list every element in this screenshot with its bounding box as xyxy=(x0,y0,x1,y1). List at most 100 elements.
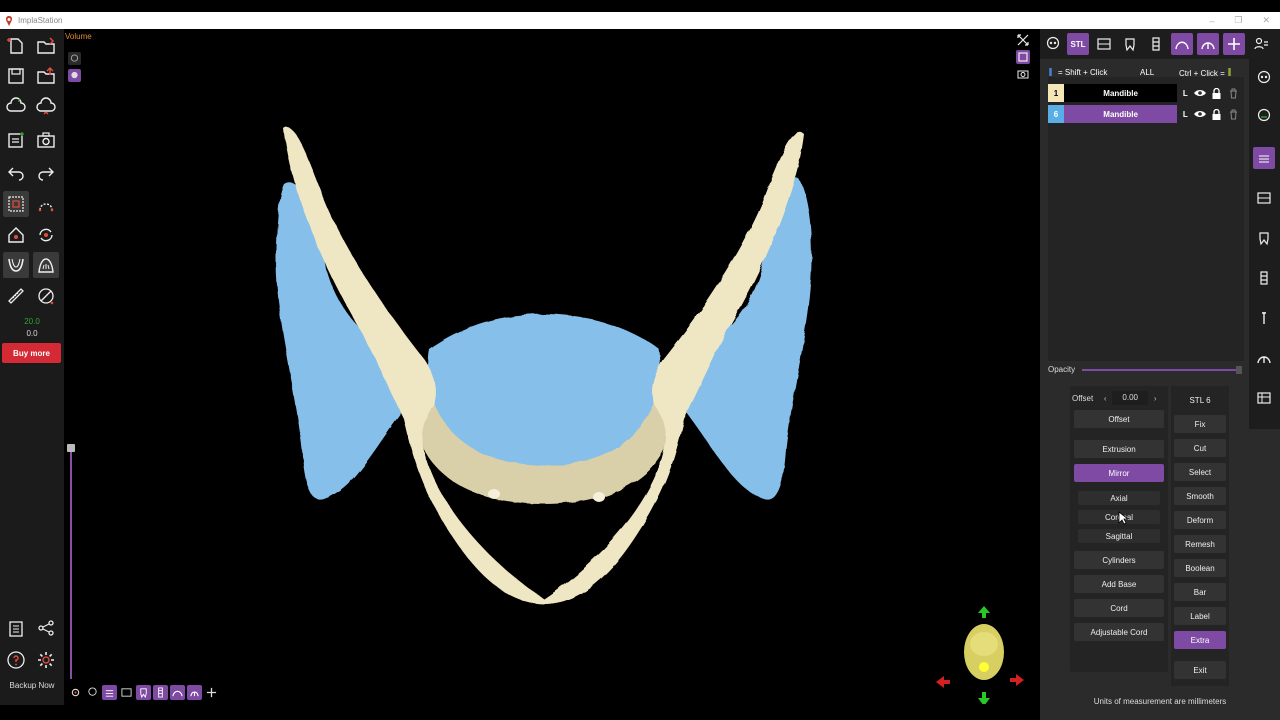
tab-add[interactable] xyxy=(1223,33,1245,55)
side-tab-implant[interactable] xyxy=(1253,267,1275,289)
tab-implant[interactable] xyxy=(1145,33,1167,55)
trash-icon[interactable] xyxy=(1225,105,1242,123)
offset-value-input[interactable]: 0.00 xyxy=(1112,391,1149,405)
adjustable-cord-button[interactable]: Adjustable Cord xyxy=(1074,623,1164,641)
layer-row-6[interactable]: 6 Mandible L xyxy=(1048,105,1242,123)
minimize-button[interactable]: – xyxy=(1209,16,1214,26)
lasso-icon[interactable] xyxy=(33,191,59,217)
select-box-icon[interactable] xyxy=(3,191,29,217)
maxilla-view-icon[interactable] xyxy=(33,252,59,278)
share-icon[interactable] xyxy=(33,615,59,641)
label-button[interactable]: Label xyxy=(1174,607,1226,625)
opacity-slider[interactable] xyxy=(1082,369,1238,371)
arch-view-icon[interactable] xyxy=(170,685,185,700)
new-file-icon[interactable] xyxy=(3,33,29,59)
guide-view-icon[interactable] xyxy=(187,685,202,700)
mirror-button[interactable]: Mirror xyxy=(1074,464,1164,482)
cloud-upload-icon[interactable] xyxy=(3,93,29,119)
buy-more-button[interactable]: Buy more xyxy=(2,343,61,363)
open-folder-icon[interactable] xyxy=(33,33,59,59)
eye-icon[interactable] xyxy=(1191,84,1208,102)
lock-icon[interactable] xyxy=(1208,105,1225,123)
help-icon[interactable] xyxy=(3,647,29,673)
skull-toggle-icon[interactable] xyxy=(68,52,81,65)
camera-icon[interactable] xyxy=(33,127,59,153)
layer-name[interactable]: Mandible xyxy=(1063,105,1178,123)
tab-tooth[interactable] xyxy=(1119,33,1141,55)
side-tab-segment[interactable] xyxy=(1253,105,1275,127)
sagittal-button[interactable]: Sagittal xyxy=(1078,529,1160,543)
settings-icon[interactable] xyxy=(33,647,59,673)
frame-view-icon[interactable] xyxy=(1016,50,1030,64)
redo-icon[interactable] xyxy=(33,159,59,185)
snapshot-icon[interactable] xyxy=(1016,67,1030,81)
tab-stl[interactable]: STL xyxy=(1067,33,1089,55)
side-tab-tooth[interactable] xyxy=(1253,227,1275,249)
tab-guide[interactable] xyxy=(1197,33,1219,55)
exit-button[interactable]: Exit xyxy=(1174,661,1226,679)
tab-scan[interactable] xyxy=(1093,33,1115,55)
dual-scan-icon[interactable] xyxy=(119,685,134,700)
extrusion-button[interactable]: Extrusion xyxy=(1074,440,1164,458)
cord-button[interactable]: Cord xyxy=(1074,599,1164,617)
implant-view-icon[interactable] xyxy=(153,685,168,700)
offset-button[interactable]: Offset xyxy=(1074,410,1164,428)
orientation-head-icon[interactable] xyxy=(934,604,1034,704)
add-view-icon[interactable] xyxy=(204,685,219,700)
save-icon[interactable] xyxy=(3,63,29,89)
restore-button[interactable]: ❐ xyxy=(1234,15,1242,26)
mandible-view-icon[interactable] xyxy=(3,252,29,278)
layer-row-1[interactable]: 1 Mandible L xyxy=(1048,84,1242,102)
select-button[interactable]: Select xyxy=(1174,463,1226,481)
close-button[interactable]: ✕ xyxy=(1262,15,1270,26)
bar-button[interactable]: Bar xyxy=(1174,583,1226,601)
opacity-slider-thumb[interactable] xyxy=(1236,366,1242,374)
rotate-view-icon[interactable] xyxy=(33,222,59,248)
remesh-button[interactable]: Remesh xyxy=(1174,535,1226,553)
stl-view-icon[interactable] xyxy=(102,685,117,700)
ruler-icon[interactable] xyxy=(3,283,29,309)
cylinders-button[interactable]: Cylinders xyxy=(1074,551,1164,569)
tooth-view-icon[interactable] xyxy=(136,685,151,700)
select-all-button[interactable]: ALL xyxy=(1140,68,1154,77)
side-tab-export[interactable] xyxy=(1253,387,1275,409)
mandible-model[interactable] xyxy=(254,119,834,619)
tab-user[interactable] xyxy=(1250,33,1272,55)
measure-angle-icon[interactable] xyxy=(33,283,59,309)
volume-slider-thumb[interactable] xyxy=(67,444,75,452)
boolean-button[interactable]: Boolean xyxy=(1174,559,1226,577)
deform-button[interactable]: Deform xyxy=(1174,511,1226,529)
layer-side[interactable]: L xyxy=(1179,89,1191,98)
undo-icon[interactable] xyxy=(3,159,29,185)
extra-button[interactable]: Extra xyxy=(1174,631,1226,649)
layer-name[interactable]: Mandible xyxy=(1063,84,1178,102)
report-icon[interactable] xyxy=(3,127,29,153)
eye-icon[interactable] xyxy=(1191,105,1208,123)
tab-arch[interactable] xyxy=(1171,33,1193,55)
import-folder-icon[interactable] xyxy=(33,63,59,89)
backup-now-button[interactable]: Backup Now xyxy=(0,681,64,690)
volume-toggle-icon[interactable] xyxy=(68,69,81,82)
cloud-download-icon[interactable] xyxy=(33,93,59,119)
side-tab-guide[interactable] xyxy=(1253,347,1275,369)
side-tab-pin[interactable] xyxy=(1253,307,1275,329)
clipboard-icon[interactable] xyxy=(3,615,29,641)
cut-button[interactable]: Cut xyxy=(1174,439,1226,457)
home-view-icon[interactable] xyxy=(3,222,29,248)
lock-icon[interactable] xyxy=(1208,84,1225,102)
skull-view-icon[interactable] xyxy=(85,685,100,700)
side-tab-stl[interactable] xyxy=(1253,147,1275,169)
trash-icon[interactable] xyxy=(1225,84,1242,102)
3d-viewport[interactable]: Volume xyxy=(64,29,1040,705)
side-tab-volume[interactable] xyxy=(1253,67,1275,89)
view-settings-icon[interactable] xyxy=(68,685,83,700)
layer-side[interactable]: L xyxy=(1179,110,1191,119)
volume-slider-track[interactable] xyxy=(70,449,72,679)
axial-button[interactable]: Axial xyxy=(1078,491,1160,505)
smooth-button[interactable]: Smooth xyxy=(1174,487,1226,505)
fix-button[interactable]: Fix xyxy=(1174,415,1226,433)
side-tab-scan[interactable] xyxy=(1253,187,1275,209)
offset-decrease-icon[interactable]: ‹ xyxy=(1098,394,1112,403)
tab-volume[interactable] xyxy=(1042,33,1064,55)
fit-view-icon[interactable] xyxy=(1016,33,1030,47)
